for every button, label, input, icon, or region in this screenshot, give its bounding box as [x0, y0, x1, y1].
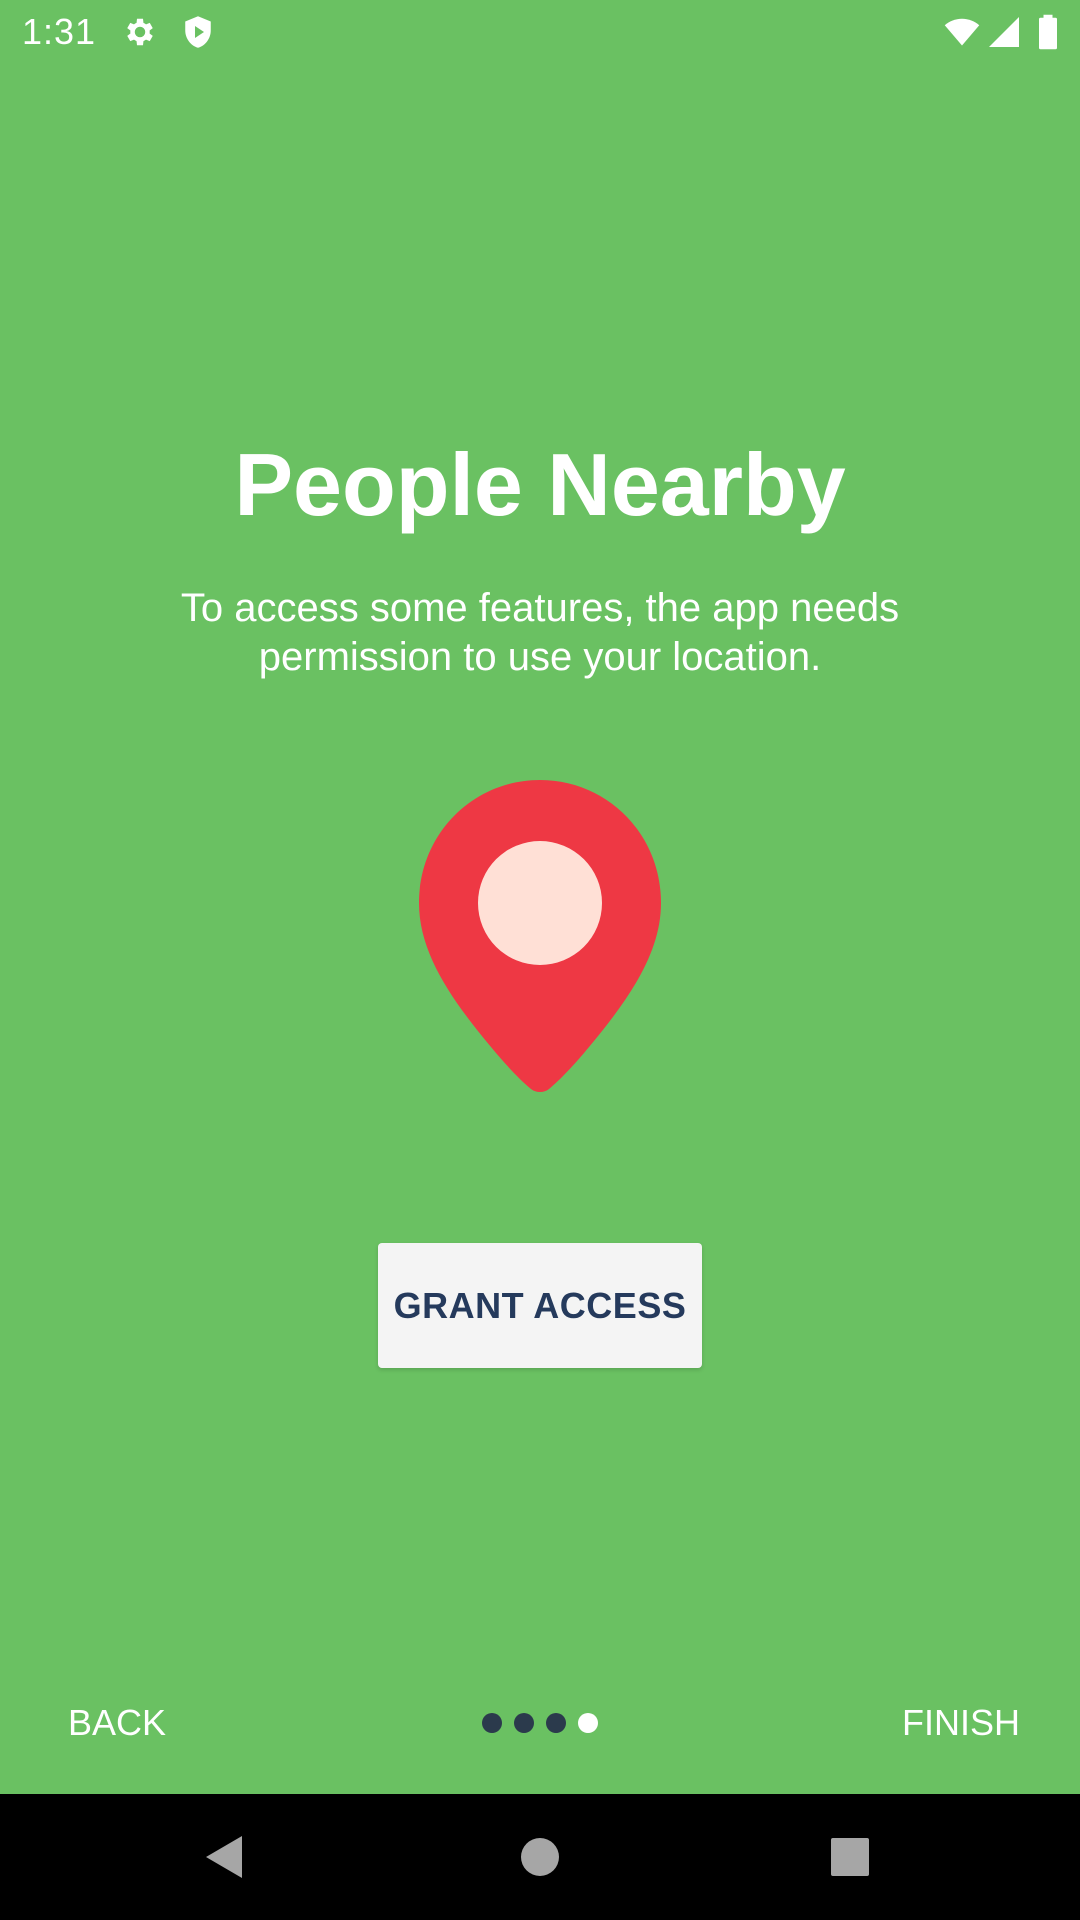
shield-icon — [180, 14, 216, 50]
onboarding-screen: 1:31 People Nearby To access some featur… — [0, 0, 1080, 1920]
navigation-bar — [0, 1794, 1080, 1920]
page-dot-4-active — [578, 1713, 598, 1733]
gear-icon — [122, 14, 158, 50]
wifi-icon — [942, 14, 982, 50]
status-bar: 1:31 — [0, 0, 1080, 63]
finish-button[interactable]: FINISH — [880, 1695, 1020, 1751]
location-pin-icon — [417, 778, 663, 1098]
page-dot-2 — [514, 1713, 534, 1733]
page-dot-1 — [482, 1713, 502, 1733]
home-circle-icon[interactable] — [505, 1822, 575, 1892]
permission-description: To access some features, the app needs p… — [180, 586, 900, 679]
page-title: People Nearby — [234, 435, 846, 534]
recents-square-icon[interactable] — [815, 1822, 885, 1892]
page-indicator — [482, 1713, 598, 1733]
back-button[interactable]: BACK — [68, 1695, 188, 1751]
back-triangle-icon[interactable] — [190, 1822, 260, 1892]
grant-access-button[interactable]: GRANT ACCESS — [378, 1243, 702, 1368]
status-time: 1:31 — [22, 11, 97, 52]
cell-signal-icon — [986, 14, 1022, 50]
battery-icon — [1036, 14, 1060, 50]
page-dot-3 — [546, 1713, 566, 1733]
